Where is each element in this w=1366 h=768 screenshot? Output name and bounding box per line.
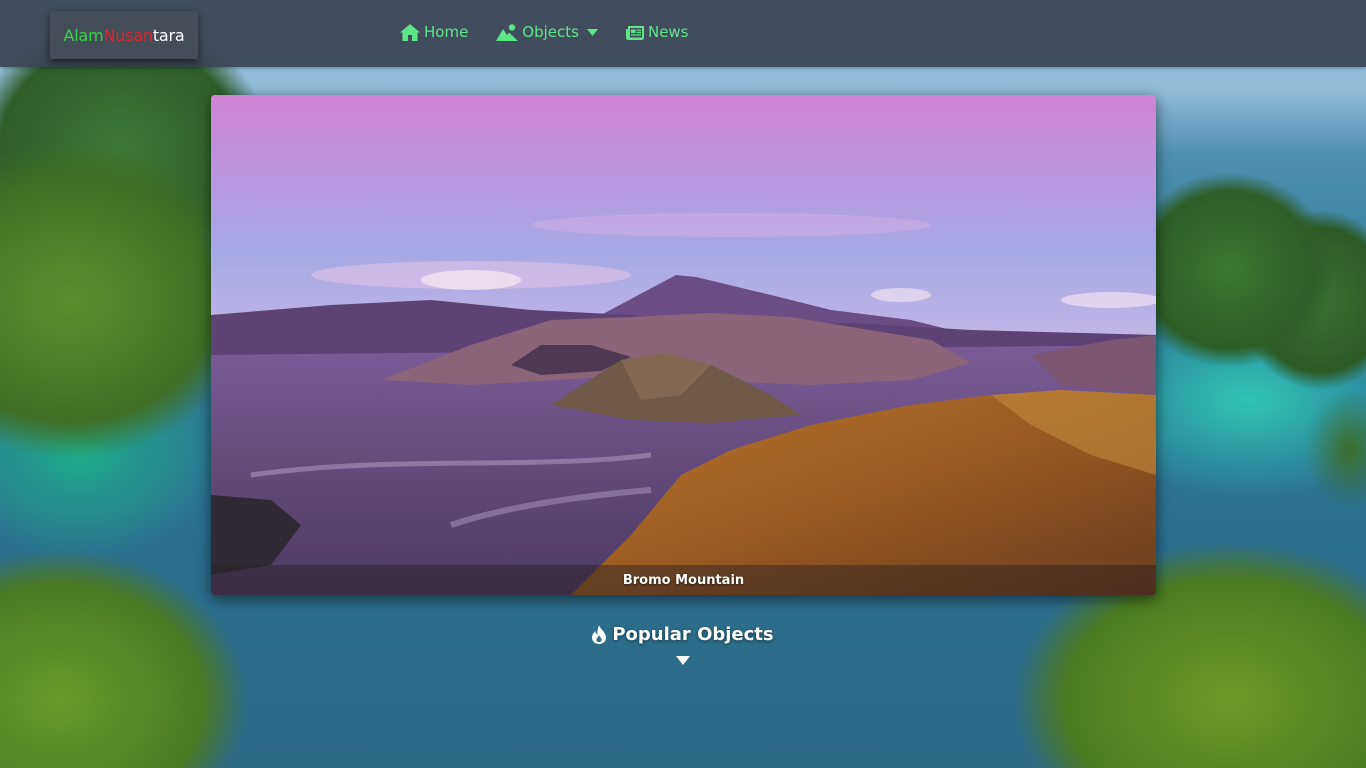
- hero-caption: Bromo Mountain: [622, 572, 745, 588]
- chevron-down-icon: [586, 28, 598, 36]
- section-title-label: Popular Objects: [612, 624, 774, 645]
- nav-news[interactable]: News: [625, 20, 689, 44]
- nav-news-label: News: [647, 23, 689, 41]
- nav-home[interactable]: Home: [400, 20, 468, 44]
- brand-part-alam: Alam: [63, 25, 104, 45]
- brand-part-nusan: Nusan: [103, 25, 153, 45]
- hero-carousel[interactable]: Bromo Mountain: [211, 95, 1156, 595]
- hero-image: [211, 95, 1156, 595]
- home-icon: [400, 23, 420, 41]
- brand-part-tara: tara: [152, 25, 185, 45]
- newspaper-icon: [625, 25, 644, 40]
- mountain-user-icon: [496, 23, 519, 41]
- brand-logo[interactable]: Alam Nusan tara: [50, 11, 198, 59]
- main-nav: Home Objects News: [400, 20, 689, 44]
- nav-objects[interactable]: Objects: [496, 20, 598, 44]
- nav-objects-label: Objects: [522, 23, 579, 41]
- fire-icon: [592, 625, 607, 644]
- caption-bar: Bromo Mountain: [211, 565, 1156, 595]
- scroll-down-icon[interactable]: [676, 656, 690, 665]
- nav-home-label: Home: [424, 23, 469, 41]
- navbar: Alam Nusan tara Home Objects News: [0, 0, 1366, 67]
- section-title-popular: Popular Objects: [0, 624, 1366, 645]
